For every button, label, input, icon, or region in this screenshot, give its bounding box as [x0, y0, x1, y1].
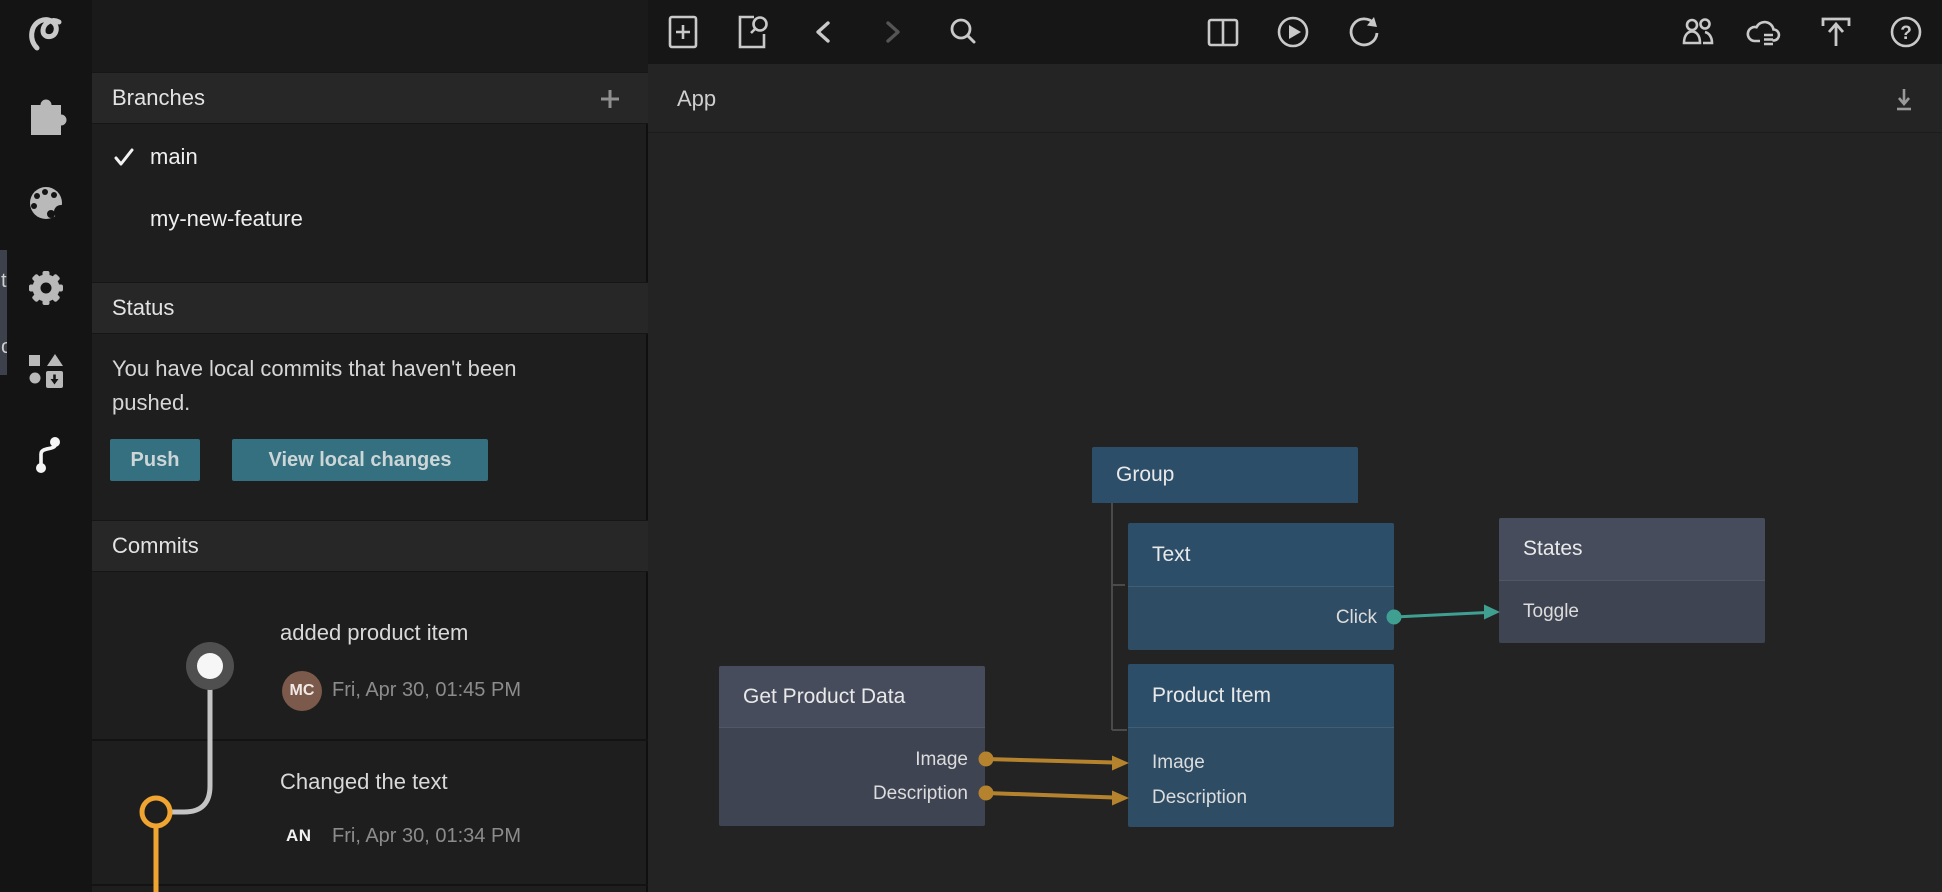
help-icon[interactable]: ?	[1884, 10, 1928, 54]
activity-rail	[0, 0, 92, 892]
commit-date: Fri, Apr 30, 01:45 PM	[332, 679, 521, 702]
nav-back-icon[interactable]	[801, 10, 845, 54]
node-title: Group	[1116, 463, 1174, 487]
view-local-changes-button[interactable]: View local changes	[232, 439, 488, 481]
node-title: Product Item	[1152, 684, 1271, 708]
branch-name: my-new-feature	[150, 206, 303, 232]
split-view-icon[interactable]	[1201, 10, 1245, 54]
divider	[92, 884, 648, 886]
node-text[interactable]: Text Click	[1128, 523, 1394, 650]
node-title: States	[1523, 537, 1583, 561]
version-control-branch-icon[interactable]	[24, 433, 68, 477]
current-branch-check-icon	[112, 145, 136, 169]
search-icon[interactable]	[941, 10, 985, 54]
breadcrumb-bar: App	[648, 64, 1942, 133]
hidden-panel-peek: t o	[0, 250, 7, 375]
commit-row[interactable]: Changed the text AN Fri, Apr 30, 01:34 P…	[92, 741, 648, 884]
commit-row[interactable]: added product item MC Fri, Apr 30, 01:45…	[92, 572, 648, 739]
commit-message: Changed the text	[280, 769, 448, 795]
noodl-editor: t o Branches main my-new-feature Status …	[0, 0, 1942, 892]
push-button[interactable]: Push	[110, 439, 200, 481]
node-states[interactable]: States Toggle	[1499, 518, 1765, 643]
preview-play-icon[interactable]	[1271, 10, 1315, 54]
node-get-product-data[interactable]: Get Product Data Image Description	[719, 666, 985, 826]
avatar: MC	[282, 671, 322, 711]
commits-title: Commits	[112, 533, 199, 559]
settings-gear-icon[interactable]	[24, 266, 68, 310]
input-port-toggle[interactable]: Toggle	[1523, 601, 1579, 623]
output-port-image[interactable]: Image	[915, 749, 968, 771]
node-graph[interactable]: Group Text Click States Toggle	[648, 133, 1942, 892]
add-branch-button[interactable]	[598, 87, 622, 111]
nav-forward-icon[interactable]	[871, 10, 915, 54]
node-product-item[interactable]: Product Item Image Description	[1128, 664, 1394, 827]
download-icon[interactable]	[1882, 77, 1926, 121]
author-initials: AN	[286, 826, 312, 846]
status-header: Status	[92, 282, 648, 334]
import-marketplace-icon[interactable]	[24, 349, 68, 393]
cloud-sync-icon[interactable]	[1743, 10, 1787, 54]
commit-message: added product item	[280, 620, 468, 646]
refresh-icon[interactable]	[1342, 10, 1386, 54]
peek-letter: o	[1, 336, 7, 359]
breadcrumb: App	[677, 64, 716, 133]
panel-top-strip	[92, 0, 648, 72]
check-spacer	[112, 207, 136, 231]
question-glyph: ?	[1900, 23, 1912, 44]
branch-row-my-new-feature[interactable]: my-new-feature	[92, 188, 648, 250]
commit-date: Fri, Apr 30, 01:34 PM	[332, 825, 521, 848]
component-search-icon[interactable]	[730, 10, 774, 54]
commits-header: Commits	[92, 520, 648, 572]
publish-upload-icon[interactable]	[1814, 10, 1858, 54]
branch-name: main	[150, 144, 198, 170]
branch-row-main[interactable]: main	[92, 126, 648, 188]
node-canvas-column: ? App Group Text Click	[648, 0, 1942, 892]
canvas-toolbar: ?	[648, 0, 1942, 64]
output-port-description[interactable]: Description	[873, 783, 968, 805]
peek-letter: t	[1, 270, 7, 293]
status-title: Status	[112, 295, 174, 321]
noodl-logo-icon[interactable]	[24, 12, 68, 56]
modules-puzzle-icon[interactable]	[24, 98, 68, 142]
node-title: Get Product Data	[743, 685, 905, 709]
styles-palette-icon[interactable]	[24, 181, 68, 225]
output-port-click[interactable]: Click	[1336, 607, 1377, 629]
add-node-button[interactable]	[661, 10, 705, 54]
status-message: You have local commits that haven't been…	[112, 352, 598, 420]
branches-header: Branches	[92, 72, 648, 124]
input-port-description[interactable]: Description	[1152, 787, 1247, 809]
version-control-panel: Branches main my-new-feature Status You …	[92, 0, 648, 892]
node-title: Text	[1152, 543, 1191, 567]
branches-title: Branches	[112, 85, 205, 111]
input-port-image[interactable]: Image	[1152, 752, 1205, 774]
node-group[interactable]: Group	[1092, 447, 1358, 503]
collaborators-icon[interactable]	[1675, 10, 1719, 54]
